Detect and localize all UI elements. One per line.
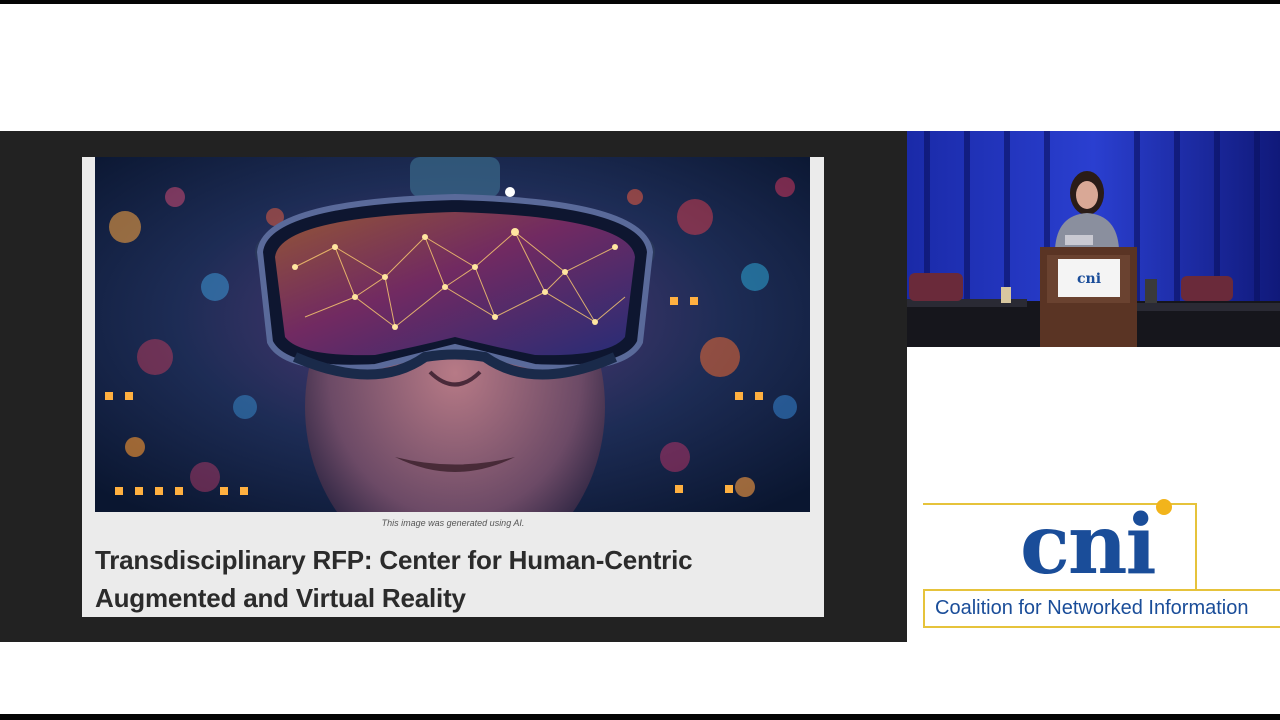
top-letterbox-bar (0, 0, 1280, 4)
image-caption: This image was generated using AI. (381, 518, 525, 528)
logo-tagline: Coalition for Networked Information (923, 589, 1280, 628)
speaker-video-feed: cni (907, 131, 1280, 347)
logo-dot-icon (1156, 499, 1172, 515)
bottom-letterbox-bar (0, 714, 1280, 720)
slide-title: Transdisciplinary RFP: Center for Human-… (95, 545, 693, 613)
cni-logo: cni Coalition for Networked Information (920, 495, 1280, 635)
presentation-slide-panel: This image was generated using AI. Trans… (0, 131, 907, 642)
logo-wordmark: cni (1020, 497, 1157, 593)
podium-sign: cni (1077, 271, 1101, 287)
vr-headset-hero-image (95, 157, 810, 512)
slide-card: This image was generated using AI. Trans… (82, 157, 824, 617)
